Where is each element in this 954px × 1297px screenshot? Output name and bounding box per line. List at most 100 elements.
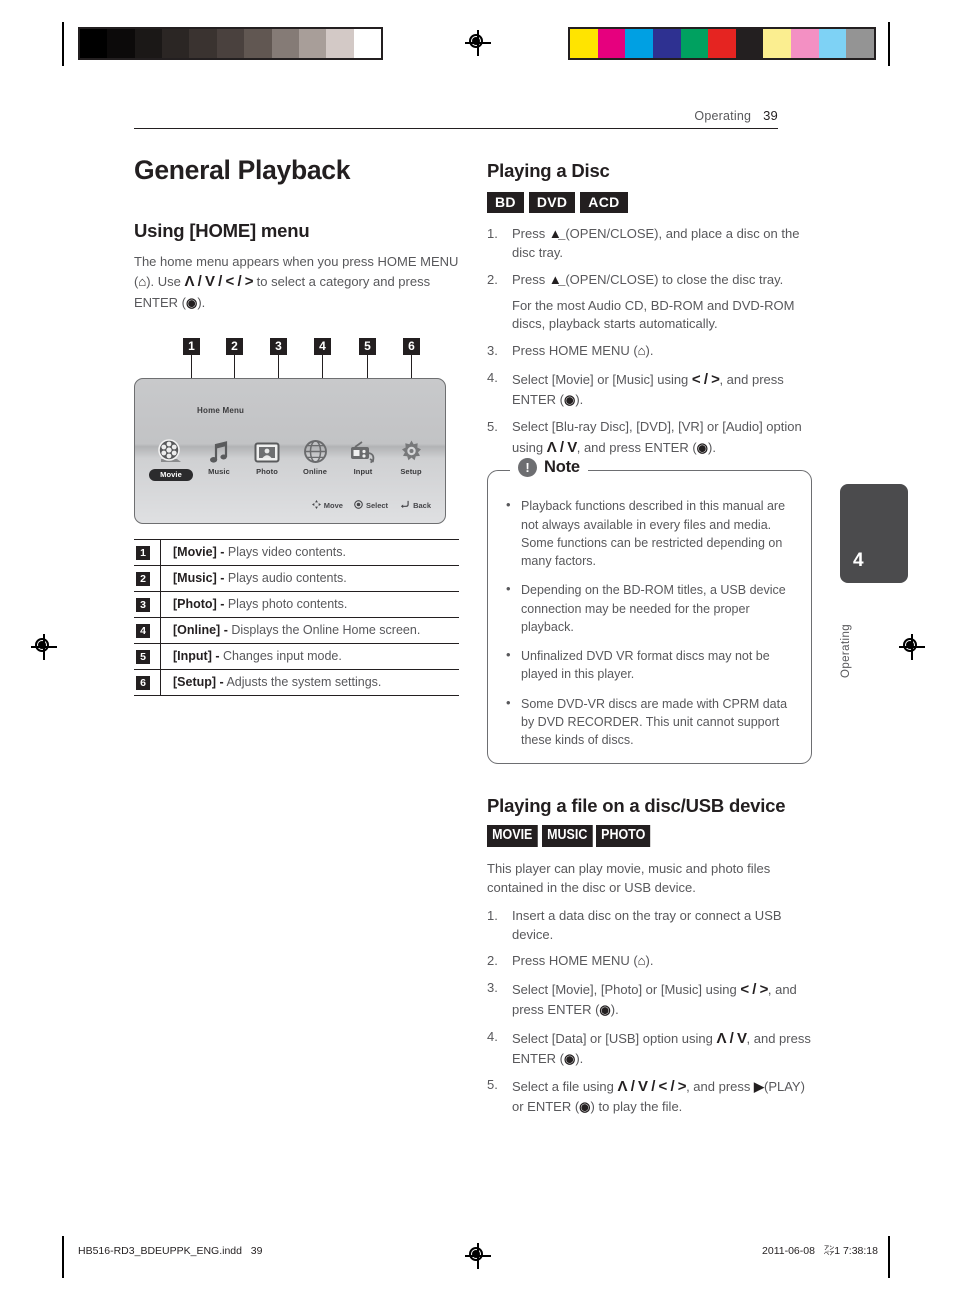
music-note-icon [197,436,241,464]
menu-item-label: Music [208,467,230,477]
note-bullet-list: Playback functions described in this man… [504,496,795,749]
enter-icon: ◉ [564,391,576,407]
nav-keys-glyphs: < / > [691,371,720,389]
paragraph-text-part4: ). [197,295,206,311]
step-text-pre: Insert a data disc on the tray or connec… [512,907,782,942]
crop-mark-top-right-vertical [888,22,890,66]
table-row: 6 [Setup] - Adjusts the system settings. [134,670,459,697]
grayscale-swatch [216,29,245,58]
legend-number-cell: 2 [134,568,160,590]
home-menu-heading: Using [HOME] menu [134,220,310,241]
table-row: 4 [Online] - Displays the Online Home sc… [134,618,459,645]
media-badge-photo: PHOTO [596,824,651,847]
home-menu-screenshot: Home Menu Movie Music Photo Online Input… [134,378,446,525]
step-text-post: , and press ENTER ( [576,439,697,455]
legend-term: [Photo] - [173,597,225,612]
return-icon [399,500,410,511]
legend-number: 4 [136,623,150,638]
home-icon: ⌂ [637,953,646,969]
list-item: Unfinalized DVD VR format discs may not … [504,646,795,684]
legend-description: Adjusts the system settings. [223,675,382,690]
menu-item-online[interactable]: Online [293,436,337,482]
step-text-post: (OPEN/CLOSE) to close the disc tray. [561,271,784,287]
home-menu-paragraph: The home menu appears when you press HOM… [134,252,459,312]
nav-keys-glyphs: < / > [740,981,768,999]
hint-label: Select [365,501,389,511]
list-item: Select [Movie] or [Music] using < / >, a… [487,369,812,410]
legend-number: 3 [136,597,150,612]
menu-item-input[interactable]: Input [341,436,385,482]
legend-number: 1 [136,545,150,560]
hint-select: Select [354,500,388,511]
page-footer: HB516-RD3_BDEUPPK_ENG.indd 39 2011-06-08… [78,1243,878,1258]
crop-mark-bottom-left-vertical [62,1236,64,1278]
list-item: Insert a data disc on the tray or connec… [487,907,812,945]
crop-mark-bottom-right-vertical [888,1236,890,1278]
legend-number-cell: 1 [134,542,160,564]
color-swatch [652,29,681,58]
list-item: Press HOME MENU (⌂). [487,952,812,971]
media-badge-music: MUSIC [541,824,593,847]
callout-number: 5 [359,338,376,356]
grayscale-swatch [162,29,190,58]
legend-description: Plays audio contents. [224,571,347,586]
page-title: General Playback [134,155,351,185]
grayscale-swatch [244,29,272,58]
grayscale-swatch [271,29,299,58]
hint-label: Move [323,501,343,511]
menu-item-label: Setup [400,467,422,477]
media-badge-acd: ACD [580,192,628,214]
menu-item-music[interactable]: Music [197,436,241,482]
home-menu-hint-bar: Move Select Back [311,500,431,511]
legend-term: [Setup] - [173,675,224,690]
color-swatch [763,29,792,58]
step-text-pre: Select a file using [512,1079,618,1095]
page-running-header: Operating 39 [134,108,778,129]
legend-text-cell: [Online] - Displays the Online Home scre… [160,618,459,644]
step-text-pre: Press HOME MENU ( [512,343,638,359]
grayscale-swatch [353,29,381,58]
step-text-post: ). [645,343,654,359]
color-swatch [680,29,709,58]
color-swatch [625,29,653,58]
crop-mark-top-left-vertical [62,22,64,66]
menu-item-setup[interactable]: Setup [389,436,433,482]
step-text-pre: Press [512,226,549,242]
home-menu-legend-table: 1 [Movie] - Plays video contents. 2 [Mus… [134,539,459,697]
playing-a-file-intro: This player can play movie, music and ph… [487,860,771,895]
footer-timestamp: 2011-06-08 ㌂1 7:38:18 [762,1245,878,1257]
legend-text-cell: [Photo] - Plays photo contents. [160,592,459,618]
callout-number: 1 [183,338,200,356]
table-row: 1 [Movie] - Plays video contents. [134,540,459,567]
home-icon: ⌂ [637,343,646,359]
step-text-post: , and press [686,1079,754,1095]
disc-media-badges: BD DVD ACD [487,192,812,214]
playing-a-file-heading: Playing a file on a disc/USB device [487,795,786,817]
legend-term: [Online] - [173,623,228,638]
film-reel-icon [149,436,193,464]
color-swatch [570,29,598,58]
nav-keys-glyphs: Λ / V [546,438,578,456]
chapter-tab-label: Operating [840,623,852,678]
step-text-pre: Press HOME MENU ( [512,953,638,969]
menu-item-photo[interactable]: Photo [245,436,289,482]
enter-icon: ◉ [186,295,198,311]
color-swatch [597,29,626,58]
menu-item-movie[interactable]: Movie [149,436,193,482]
callout-number: 6 [403,338,420,356]
step-text-pre: Select [Movie], [Photo] or [Music] using [512,982,741,998]
legend-number: 2 [136,571,150,586]
grayscale-swatch [134,29,163,58]
table-row: 2 [Music] - Plays audio contents. [134,566,459,593]
callout-number: 3 [270,338,287,356]
dpad-icon [311,500,321,511]
list-item: Select [Blu-ray Disc], [DVD], [VR] or [A… [487,418,812,459]
eject-icon: ▲̲ [548,271,562,287]
media-badge-dvd: DVD [528,192,576,214]
chapter-tab-number: 4 [853,550,864,571]
color-swatch [818,29,847,58]
list-item: Press ▲̲ (OPEN/CLOSE) to close the disc … [487,271,812,335]
nav-keys-glyphs: Λ / V / < / > [617,1078,687,1096]
list-item: Select [Movie], [Photo] or [Music] using… [487,979,812,1020]
step-text-post3: ) to play the file. [590,1099,683,1115]
